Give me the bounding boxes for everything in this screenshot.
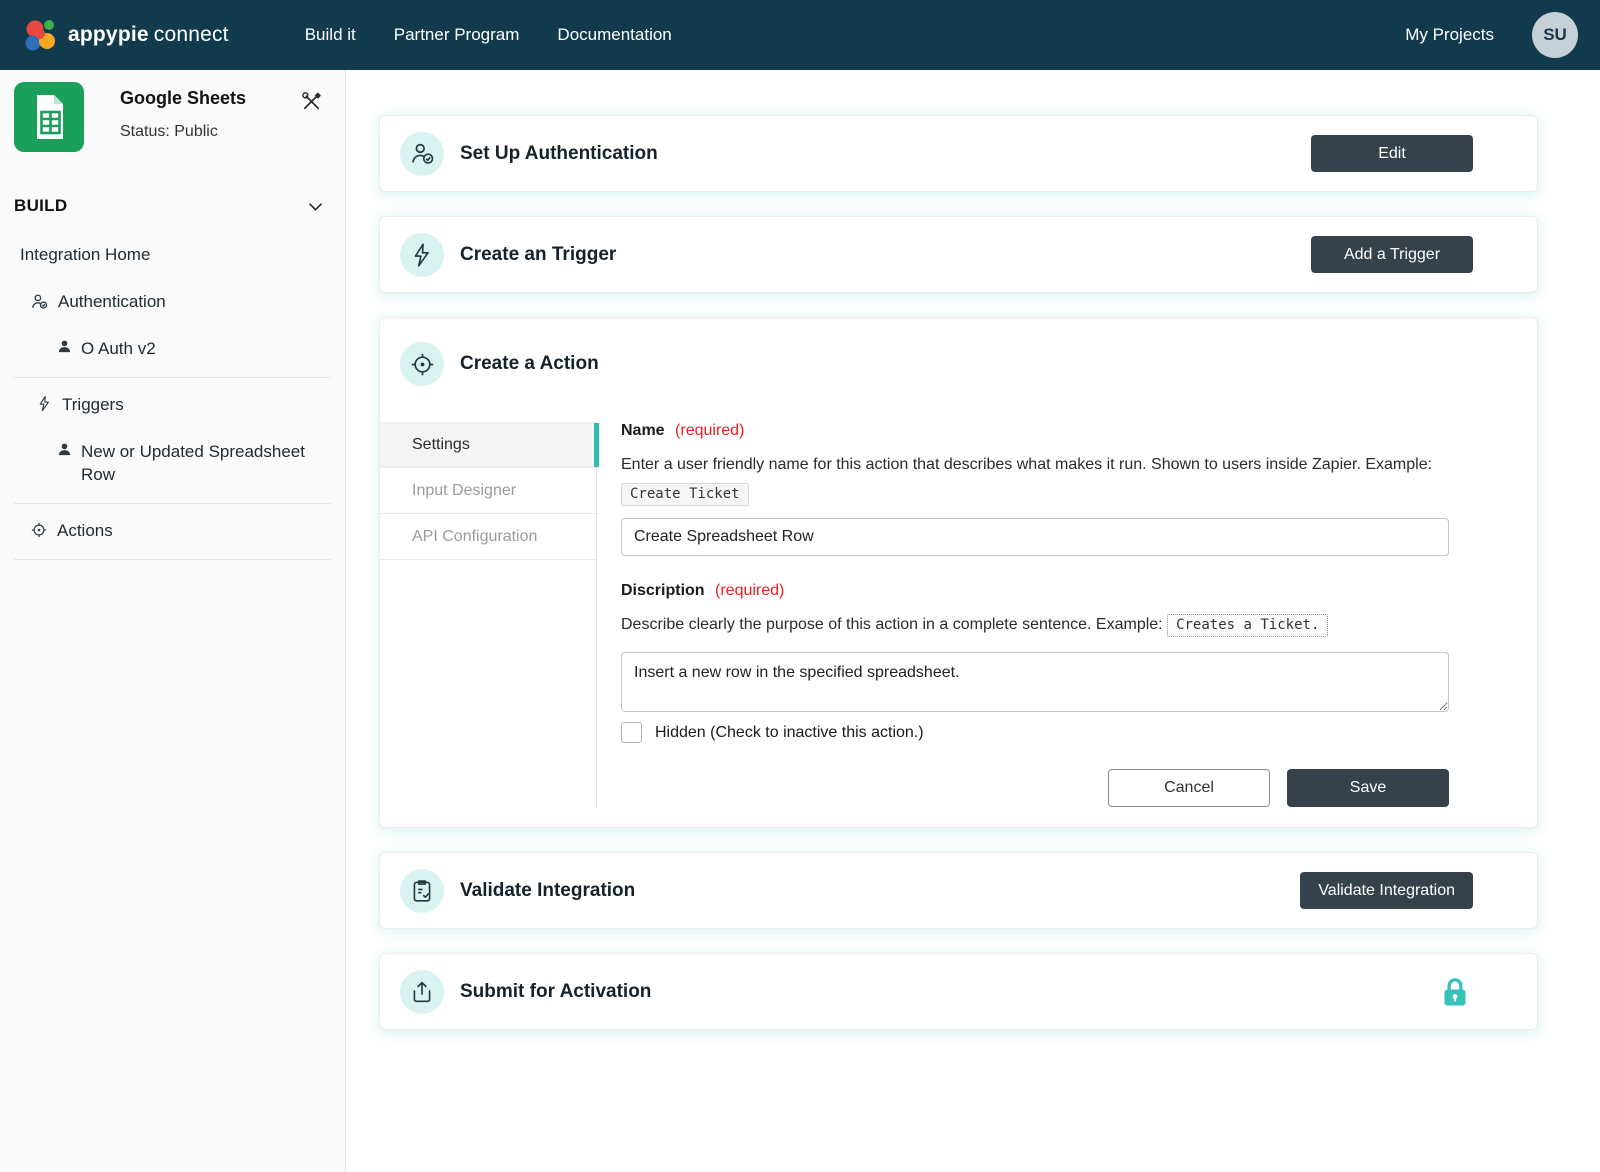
cancel-button[interactable]: Cancel bbox=[1108, 769, 1270, 807]
tab-input-designer[interactable]: Input Designer bbox=[380, 468, 596, 514]
sidebar: Google Sheets Status: Public BUILD bbox=[0, 70, 346, 1172]
app-header: Google Sheets Status: Public bbox=[0, 78, 345, 162]
card-title: Create a Action bbox=[460, 353, 599, 375]
card-set-up-authentication: Set Up Authentication Edit bbox=[379, 115, 1538, 192]
description-help-label: Describe clearly the purpose of this act… bbox=[621, 616, 1163, 633]
action-name-input[interactable] bbox=[621, 518, 1449, 556]
description-label-row: Discription (required) bbox=[621, 582, 1449, 600]
hidden-checkbox[interactable] bbox=[621, 722, 642, 743]
card-submit-for-activation: Submit for Activation bbox=[379, 953, 1538, 1030]
sidebar-item-label: O Auth v2 bbox=[81, 338, 156, 361]
sidebar-divider bbox=[14, 377, 331, 378]
person-icon bbox=[57, 442, 72, 457]
sidebar-item-label: Integration Home bbox=[20, 244, 150, 267]
build-section-label: BUILD bbox=[14, 196, 67, 216]
edit-button[interactable]: Edit bbox=[1311, 135, 1473, 172]
sidebar-item-new-or-updated-spreadsheet-row[interactable]: New or Updated Spreadsheet Row bbox=[0, 429, 345, 499]
card-create-trigger: Create an Trigger Add a Trigger bbox=[379, 216, 1538, 293]
sidebar-item-oauth-v2[interactable]: O Auth v2 bbox=[0, 326, 345, 373]
description-required-label: (required) bbox=[715, 582, 784, 599]
tab-api-configuration[interactable]: API Configuration bbox=[380, 514, 596, 560]
description-example-chip: Creates a Ticket. bbox=[1167, 614, 1328, 637]
sidebar-item-label: Authentication bbox=[58, 291, 166, 314]
sidebar-item-triggers[interactable]: Triggers bbox=[0, 382, 345, 429]
auth-user-icon bbox=[30, 292, 49, 311]
card-title: Validate Integration bbox=[460, 880, 635, 902]
card-title: Create an Trigger bbox=[460, 244, 616, 266]
person-icon bbox=[57, 339, 72, 354]
top-navbar: appypieconnect Build it Partner Program … bbox=[0, 0, 1600, 70]
nav-link-build-it[interactable]: Build it bbox=[305, 25, 356, 45]
card-create-action: Create a Action Settings Input Designer … bbox=[379, 317, 1538, 828]
nav-link-partner-program[interactable]: Partner Program bbox=[394, 25, 520, 45]
lock-icon bbox=[1437, 974, 1473, 1010]
sidebar-item-label: Actions bbox=[57, 520, 113, 543]
name-label: Name bbox=[621, 422, 665, 439]
action-form-tabs: Settings Input Designer API Configuratio… bbox=[380, 422, 597, 807]
navbar-right: My Projects SU bbox=[1405, 12, 1578, 58]
action-form-content: Name (required) Enter a user friendly na… bbox=[597, 422, 1537, 807]
action-target-icon bbox=[400, 342, 444, 386]
sidebar-divider bbox=[14, 559, 331, 560]
sidebar-item-actions[interactable]: Actions bbox=[0, 508, 345, 555]
appypie-logo[interactable]: appypieconnect bbox=[22, 17, 229, 53]
sidebar-divider bbox=[14, 503, 331, 504]
authentication-icon bbox=[400, 132, 444, 176]
trigger-lightning-icon bbox=[400, 233, 444, 277]
validate-integration-button[interactable]: Validate Integration bbox=[1300, 872, 1473, 909]
my-projects-link[interactable]: My Projects bbox=[1405, 25, 1494, 45]
brand-text: appypieconnect bbox=[68, 23, 229, 47]
card-title: Submit for Activation bbox=[460, 981, 651, 1003]
appypie-logo-icon bbox=[22, 17, 58, 53]
sidebar-item-label: New or Updated Spreadsheet Row bbox=[81, 441, 311, 487]
hidden-checkbox-label: Hidden (Check to inactive this action.) bbox=[655, 724, 924, 742]
google-sheets-icon bbox=[14, 82, 84, 152]
action-description-textarea[interactable]: Insert a new row in the specified spread… bbox=[621, 652, 1449, 712]
sidebar-item-authentication[interactable]: Authentication bbox=[0, 279, 345, 326]
validate-checklist-icon bbox=[400, 869, 444, 913]
tab-settings[interactable]: Settings bbox=[380, 422, 596, 468]
submit-share-icon bbox=[400, 970, 444, 1014]
sidebar-item-integration-home[interactable]: Integration Home bbox=[0, 232, 345, 279]
main-content: Set Up Authentication Edit Create an Tri… bbox=[346, 70, 1600, 1172]
card-validate-integration: Validate Integration Validate Integratio… bbox=[379, 852, 1538, 929]
tools-icon[interactable] bbox=[300, 90, 323, 118]
name-example-chip: Create Ticket bbox=[621, 483, 749, 506]
name-label-row: Name (required) bbox=[621, 422, 1449, 440]
user-avatar[interactable]: SU bbox=[1532, 12, 1578, 58]
build-section-header: BUILD bbox=[0, 162, 345, 232]
description-help-text: Describe clearly the purpose of this act… bbox=[621, 613, 1449, 637]
target-icon bbox=[30, 521, 48, 539]
app-name: Google Sheets bbox=[120, 88, 246, 109]
card-title: Set Up Authentication bbox=[460, 143, 658, 165]
app-status: Status: Public bbox=[120, 123, 246, 141]
form-buttons: Cancel Save bbox=[621, 769, 1449, 807]
name-required-label: (required) bbox=[675, 422, 744, 439]
name-help-text: Enter a user friendly name for this acti… bbox=[621, 453, 1449, 477]
save-button[interactable]: Save bbox=[1287, 769, 1449, 807]
navbar-links: Build it Partner Program Documentation bbox=[305, 25, 672, 45]
name-example-line: Create Ticket bbox=[621, 485, 1449, 503]
add-trigger-button[interactable]: Add a Trigger bbox=[1311, 236, 1473, 273]
lightning-icon bbox=[36, 395, 53, 412]
brand-suffix: connect bbox=[154, 23, 229, 46]
hidden-checkbox-row: Hidden (Check to inactive this action.) bbox=[621, 722, 1449, 743]
brand-name: appypie bbox=[68, 23, 149, 46]
sidebar-item-label: Triggers bbox=[62, 394, 124, 417]
description-label: Discription bbox=[621, 582, 705, 599]
nav-link-documentation[interactable]: Documentation bbox=[557, 25, 671, 45]
chevron-down-icon[interactable] bbox=[306, 197, 325, 216]
